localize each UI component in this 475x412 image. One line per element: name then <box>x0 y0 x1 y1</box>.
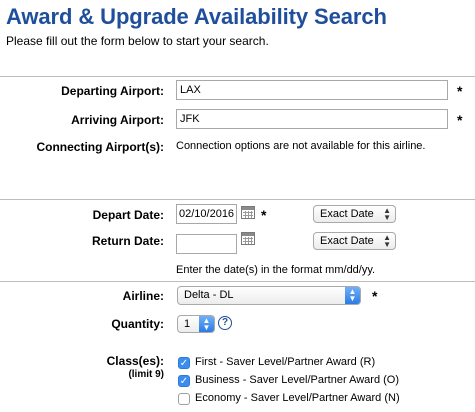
page-subtitle: Please fill out the form below to start … <box>6 34 269 48</box>
return-date-input[interactable] <box>176 234 237 254</box>
class-business-checkbox[interactable]: ✓ <box>178 375 190 387</box>
calendar-icon[interactable] <box>241 206 255 219</box>
calendar-icon[interactable] <box>241 232 255 245</box>
classes-limit-note: (limit 9) <box>128 369 164 380</box>
page-title: Award & Upgrade Availability Search <box>6 4 387 29</box>
connecting-airport-note: Connection options are not available for… <box>176 140 426 152</box>
class-first-label: First - Saver Level/Partner Award (R) <box>195 356 376 368</box>
date-format-hint: Enter the date(s) in the format mm/dd/yy… <box>176 264 376 276</box>
return-date-label: Return Date: <box>91 234 164 248</box>
departing-airport-input[interactable] <box>176 80 448 100</box>
required-marker: * <box>261 207 267 223</box>
departing-airport-label: Departing Airport: <box>61 84 164 98</box>
airline-value: Delta - DL <box>184 289 234 301</box>
depart-date-input[interactable] <box>176 204 237 224</box>
arriving-airport-label: Arriving Airport: <box>71 113 164 127</box>
chevron-updown-icon: ▲ ▼ <box>345 287 360 304</box>
arriving-airport-input[interactable] <box>176 109 448 129</box>
class-business-label: Business - Saver Level/Partner Award (O) <box>195 374 399 386</box>
class-economy-label: Economy - Saver Level/Partner Award (N) <box>195 392 400 404</box>
chevron-updown-icon: ▲ ▼ <box>383 206 391 222</box>
return-date-mode-value: Exact Date <box>320 235 374 247</box>
quantity-value: 1 <box>184 318 191 330</box>
depart-date-mode-value: Exact Date <box>320 208 374 220</box>
airline-label: Airline: <box>122 289 164 303</box>
return-date-mode-select[interactable]: Exact Date ▲ ▼ <box>313 232 396 250</box>
divider <box>0 76 475 77</box>
class-economy-checkbox[interactable] <box>178 393 190 405</box>
depart-date-label: Depart Date: <box>92 208 164 222</box>
classes-label: Class(es): <box>106 354 164 368</box>
required-marker: * <box>372 288 378 304</box>
class-first-checkbox[interactable]: ✓ <box>178 357 190 369</box>
quantity-select[interactable]: 1 ▲ ▼ <box>177 315 215 333</box>
required-marker: * <box>457 83 463 99</box>
help-icon[interactable]: ? <box>218 316 232 330</box>
required-marker: * <box>457 112 463 128</box>
connecting-airport-label: Connecting Airport(s): <box>36 140 164 154</box>
chevron-updown-icon: ▲ ▼ <box>383 233 391 249</box>
divider <box>0 199 475 200</box>
depart-date-mode-select[interactable]: Exact Date ▲ ▼ <box>313 205 396 223</box>
chevron-updown-icon: ▲ ▼ <box>199 316 214 332</box>
airline-select[interactable]: Delta - DL ▲ ▼ <box>177 286 361 305</box>
divider <box>0 281 475 282</box>
quantity-label: Quantity: <box>111 317 164 331</box>
